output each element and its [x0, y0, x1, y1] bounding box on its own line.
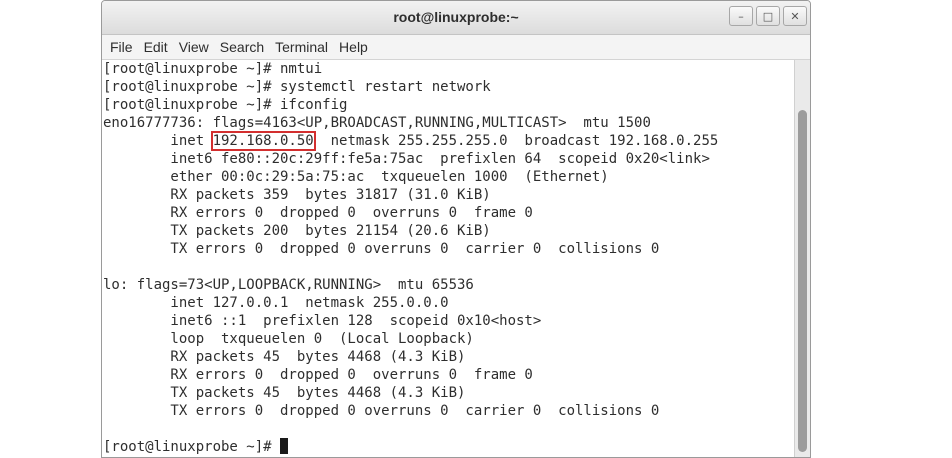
terminal-line: loop txqueuelen 0 (Local Loopback) — [103, 331, 474, 347]
menu-help[interactable]: Help — [333, 35, 373, 59]
menu-search[interactable]: Search — [214, 35, 269, 59]
title-bar[interactable]: root@linuxprobe:~ – □ ✕ — [102, 1, 810, 35]
terminal-line: TX packets 200 bytes 21154 (20.6 KiB) — [103, 223, 491, 239]
terminal-output[interactable]: [root@linuxprobe ~]# nmtui [root@linuxpr… — [103, 60, 793, 457]
terminal-line: eno16777736: flags=4163<UP,BROADCAST,RUN… — [103, 115, 651, 131]
menu-view[interactable]: View — [173, 35, 214, 59]
terminal-line: TX errors 0 dropped 0 overruns 0 carrier… — [103, 241, 660, 257]
terminal-line: RX errors 0 dropped 0 overruns 0 frame 0 — [103, 367, 533, 383]
inet-prefix: inet — [103, 133, 213, 149]
terminal-line: ether 00:0c:29:5a:75:ac txqueuelen 1000 … — [103, 169, 609, 185]
minimize-button[interactable]: – — [729, 6, 753, 26]
shell-prompt: [root@linuxprobe ~]# — [103, 439, 281, 455]
terminal-line: RX packets 359 bytes 31817 (31.0 KiB) — [103, 187, 491, 203]
terminal-line: RX packets 45 bytes 4468 (4.3 KiB) — [103, 349, 466, 365]
inet-line: inet 192.168.0.50 netmask 255.255.255.0 … — [103, 131, 719, 151]
terminal-line: [root@linuxprobe ~]# nmtui — [103, 61, 323, 77]
vertical-scrollbar[interactable] — [794, 60, 810, 457]
terminal-line: TX packets 45 bytes 4468 (4.3 KiB) — [103, 385, 466, 401]
terminal-window: root@linuxprobe:~ – □ ✕ File Edit View S… — [101, 0, 811, 458]
scrollbar-thumb[interactable] — [798, 110, 807, 452]
menu-edit[interactable]: Edit — [138, 35, 173, 59]
terminal-line: lo: flags=73<UP,LOOPBACK,RUNNING> mtu 65… — [103, 277, 474, 293]
terminal-line: TX errors 0 dropped 0 overruns 0 carrier… — [103, 403, 660, 419]
terminal-line: inet6 fe80::20c:29ff:fe5a:75ac prefixlen… — [103, 151, 710, 167]
prompt-line[interactable]: [root@linuxprobe ~]# — [103, 438, 289, 456]
highlighted-ip-address: 192.168.0.50 — [210, 131, 316, 151]
inet-suffix: netmask 255.255.255.0 broadcast 192.168.… — [313, 133, 719, 149]
terminal-line: inet6 ::1 prefixlen 128 scopeid 0x10<hos… — [103, 313, 542, 329]
close-button[interactable]: ✕ — [783, 6, 807, 26]
window-controls: – □ ✕ — [729, 6, 807, 26]
menu-bar: File Edit View Search Terminal Help — [102, 35, 810, 60]
terminal-line: RX errors 0 dropped 0 overruns 0 frame 0 — [103, 205, 533, 221]
menu-file[interactable]: File — [104, 35, 138, 59]
terminal-line: [root@linuxprobe ~]# ifconfig — [103, 97, 348, 113]
text-cursor — [280, 438, 289, 454]
maximize-button[interactable]: □ — [756, 6, 780, 26]
window-title: root@linuxprobe:~ — [393, 9, 519, 25]
menu-terminal[interactable]: Terminal — [269, 35, 333, 59]
terminal-line: inet 127.0.0.1 netmask 255.0.0.0 — [103, 295, 449, 311]
terminal-line: [root@linuxprobe ~]# systemctl restart n… — [103, 79, 491, 95]
